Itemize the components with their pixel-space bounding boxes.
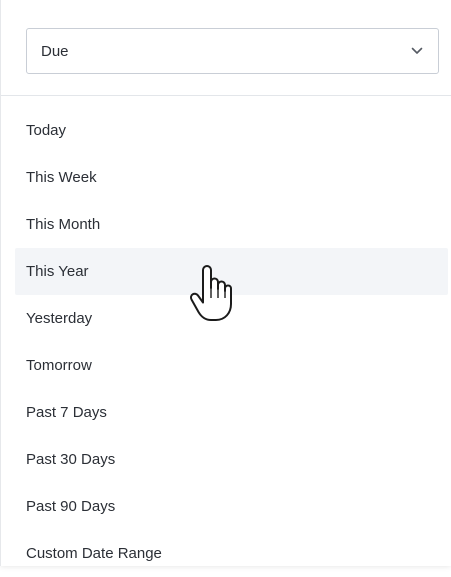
date-filter-dropdown-panel: Due Today This Week This Month This Year…: [0, 0, 451, 566]
option-past-90-days[interactable]: Past 90 Days: [1, 483, 451, 530]
select-container: Due: [1, 0, 451, 96]
option-this-month[interactable]: This Month: [1, 201, 451, 248]
option-past-30-days[interactable]: Past 30 Days: [1, 436, 451, 483]
option-custom-date-range[interactable]: Custom Date Range: [1, 530, 451, 577]
date-range-options: Today This Week This Month This Year Yes…: [1, 107, 451, 577]
chevron-down-icon: [411, 47, 423, 54]
option-this-week[interactable]: This Week: [1, 154, 451, 201]
select-value: Due: [41, 43, 69, 60]
option-past-7-days[interactable]: Past 7 Days: [1, 389, 451, 436]
due-select[interactable]: Due: [26, 28, 439, 74]
option-this-year[interactable]: This Year: [15, 248, 448, 295]
option-today[interactable]: Today: [1, 107, 451, 154]
option-yesterday[interactable]: Yesterday: [1, 295, 451, 342]
option-tomorrow[interactable]: Tomorrow: [1, 342, 451, 389]
